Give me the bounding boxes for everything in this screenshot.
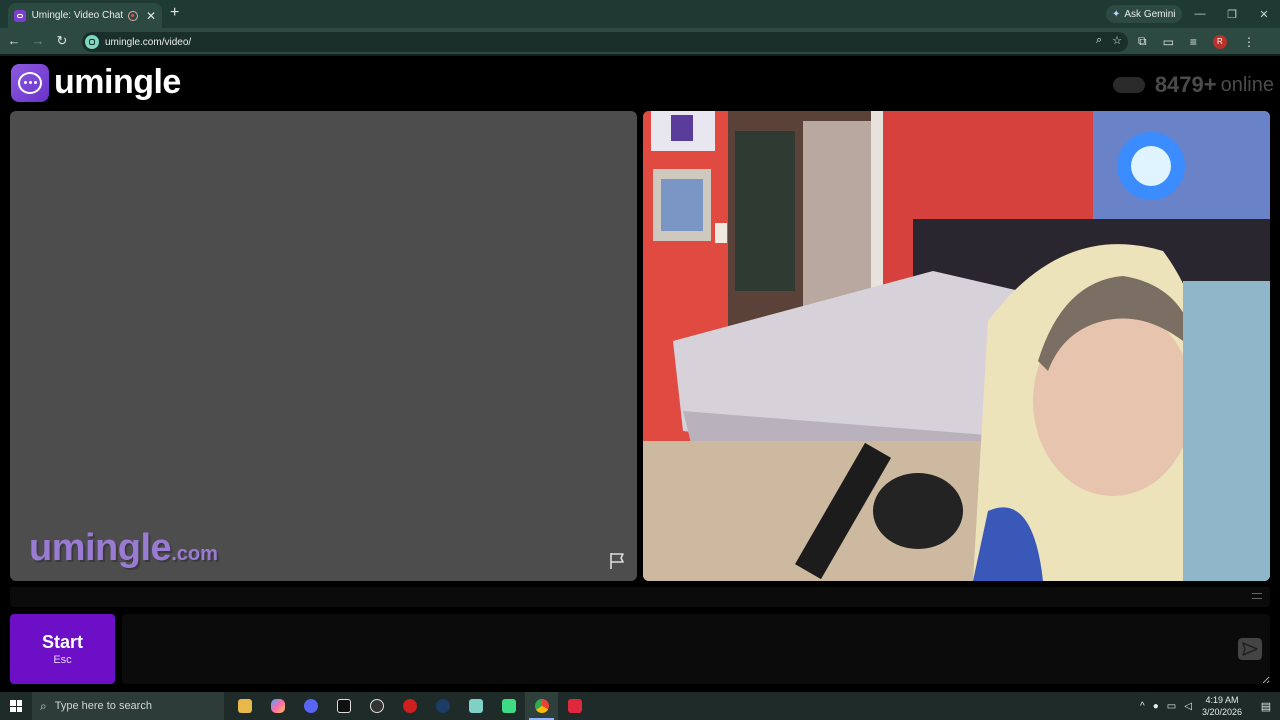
report-flag-icon[interactable] (608, 551, 628, 571)
browser-toolbar: ← → ↻ umingle.com/video/ ⌕ ☆ ⧉ ▭ ≡ R ⋮ (0, 28, 1280, 56)
unity-icon[interactable] (327, 692, 360, 720)
url-text: umingle.com/video/ (105, 36, 192, 48)
file-explorer-icon[interactable] (228, 692, 261, 720)
logo-text: umingle (54, 63, 181, 101)
clock-date: 3/20/2026 (1201, 707, 1242, 717)
streamlabs-icon[interactable] (558, 692, 591, 720)
tab-close-button[interactable]: ✕ (146, 9, 156, 23)
profile-avatar[interactable]: R (1212, 34, 1227, 49)
taskbar-clock[interactable]: 4:19 AM 3/20/2026 (1202, 694, 1242, 718)
menu-kebab-icon[interactable]: ⋮ (1243, 35, 1255, 49)
tab-title: Umingle: Video Chat with S (31, 10, 125, 21)
umingle-watermark: umingle.com (29, 527, 218, 570)
browser-tab-bar: Umingle: Video Chat with S ✕ + ✦ Ask Gem… (0, 0, 1280, 28)
taskbar-apps (228, 692, 591, 720)
gemini-sparkle-icon: ✦ (1112, 8, 1121, 20)
ask-gemini-label: Ask Gemini (1124, 8, 1176, 20)
copilot-icon[interactable] (261, 692, 294, 720)
windows-logo-icon (10, 700, 22, 712)
new-tab-button[interactable]: + (170, 5, 179, 21)
obs-icon[interactable] (360, 692, 393, 720)
reading-list-icon[interactable]: ≡ (1190, 35, 1197, 49)
online-indicator: 8479+ online (1112, 72, 1274, 98)
steam-icon[interactable] (426, 692, 459, 720)
notification-center-icon[interactable]: ▤ (1252, 692, 1280, 720)
windows-taskbar: ⌕ Type here to search ^ ● ▭ ◁ 4:19 AM 3/… (0, 692, 1280, 720)
status-bar (10, 587, 1270, 607)
start-shortcut: Esc (53, 654, 72, 666)
chat-bubble-logo-icon (11, 63, 49, 102)
send-button[interactable] (1238, 638, 1262, 660)
collapse-icon[interactable] (1252, 593, 1262, 599)
chat-message-input[interactable] (122, 614, 1270, 684)
window-controls: — ❐ ✕ (1184, 0, 1280, 28)
windows-start-button[interactable] (0, 692, 32, 720)
search-icon: ⌕ (40, 698, 47, 713)
volume-icon[interactable]: ◁ (1184, 701, 1192, 712)
notepad-icon[interactable] (459, 692, 492, 720)
system-tray: ^ ● ▭ ◁ 4:19 AM 3/20/2026 ▤ (1140, 692, 1280, 720)
cast-icon[interactable]: ▭ (1163, 35, 1174, 49)
umingle-page: umingle 8479+ online umingle.com Start E… (0, 58, 1280, 692)
self-webcam-panel (643, 111, 1270, 581)
show-hidden-icons-chevron-icon[interactable]: ^ (1140, 701, 1145, 712)
umingle-logo[interactable]: umingle (11, 63, 181, 102)
watermark-main: umingle (29, 527, 172, 569)
online-label: online (1220, 73, 1274, 96)
ask-gemini-button[interactable]: ✦ Ask Gemini (1106, 5, 1182, 23)
android-studio-icon[interactable] (492, 692, 525, 720)
minimize-button[interactable]: — (1184, 0, 1216, 28)
recorder-icon[interactable] (393, 692, 426, 720)
restore-button[interactable]: ❐ (1216, 0, 1248, 28)
online-toggle[interactable] (1112, 77, 1145, 93)
stranger-video-panel: umingle.com (10, 111, 637, 581)
discord-icon[interactable] (294, 692, 327, 720)
close-window-button[interactable]: ✕ (1248, 0, 1280, 28)
zoom-icon[interactable]: ⌕ (1096, 34, 1102, 47)
umingle-favicon-icon (14, 9, 26, 22)
webcam-feed-image (643, 111, 1270, 581)
chrome-icon[interactable] (525, 692, 558, 720)
browser-tab[interactable]: Umingle: Video Chat with S ✕ (8, 3, 162, 28)
network-icon[interactable]: ▭ (1167, 701, 1176, 712)
watermark-domain: .com (171, 543, 218, 565)
online-count: 8479+ (1154, 72, 1217, 97)
clock-time: 4:19 AM (1205, 695, 1239, 705)
start-button[interactable]: Start Esc (10, 614, 115, 684)
back-button[interactable]: ← (6, 34, 22, 48)
bookmark-star-icon[interactable]: ☆ (1112, 34, 1122, 47)
site-info-icon[interactable] (85, 35, 99, 49)
taskbar-search[interactable]: ⌕ Type here to search (32, 692, 224, 720)
start-label: Start (41, 632, 83, 652)
microphone-icon[interactable]: ● (1153, 701, 1159, 712)
recording-indicator-icon (128, 10, 138, 21)
address-bar[interactable]: umingle.com/video/ ⌕ ☆ (82, 32, 1128, 52)
send-arrow-icon (1242, 642, 1258, 656)
taskbar-search-placeholder: Type here to search (54, 700, 152, 712)
forward-button[interactable]: → (30, 34, 46, 48)
reload-button[interactable]: ↻ (54, 34, 70, 48)
extensions-icon[interactable]: ⧉ (1138, 34, 1147, 49)
